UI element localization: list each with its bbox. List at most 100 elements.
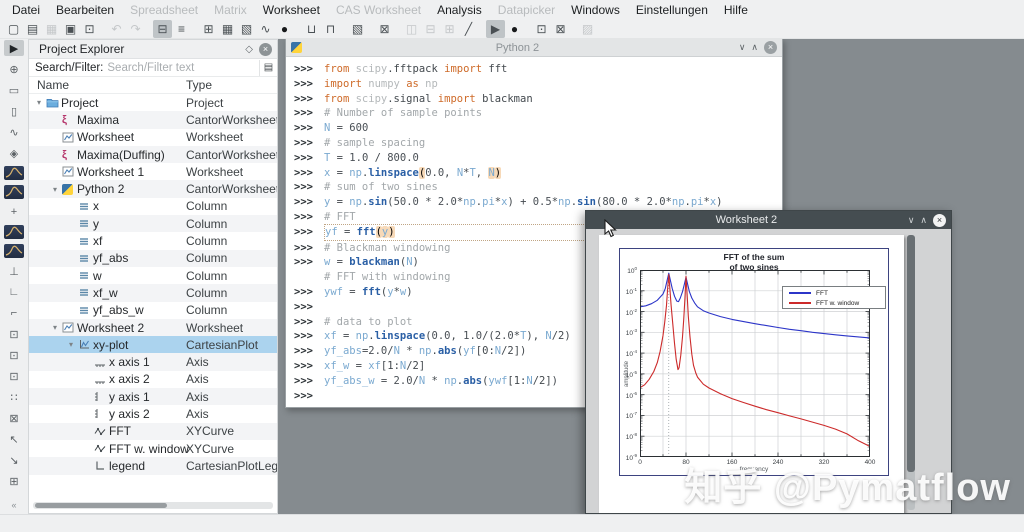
zoom-region-2-icon[interactable]: ⊡: [4, 347, 24, 363]
python-window-titlebar[interactable]: Python 2 ∨ ∧ ×: [286, 39, 782, 57]
cursor-select-icon[interactable]: ▶: [4, 40, 24, 56]
close-icon[interactable]: ×: [933, 214, 946, 227]
expand-arrow-icon[interactable]: ▾: [69, 340, 78, 349]
menu-analysis[interactable]: Analysis: [429, 1, 490, 19]
import-data-icon[interactable]: ⊓: [321, 20, 340, 38]
tree-row-worksheet-2[interactable]: ▾Worksheet 2Worksheet: [29, 319, 277, 336]
toggle-project-explorer-icon[interactable]: ⊟: [153, 20, 172, 38]
new-worksheet-icon[interactable]: ▧: [237, 20, 256, 38]
tree-item-label: x: [93, 199, 99, 213]
fit-to-page-icon[interactable]: ⊠: [375, 20, 394, 38]
expand-arrow-icon[interactable]: ▾: [37, 98, 46, 107]
minimize-icon[interactable]: ∨: [739, 43, 746, 52]
menu-einstellungen[interactable]: Einstellungen: [628, 1, 716, 19]
cross-arrows-icon[interactable]: +: [4, 204, 24, 220]
menu-worksheet[interactable]: Worksheet: [255, 1, 328, 19]
float-panel-icon[interactable]: ◇: [245, 44, 253, 55]
tree-row-x-axis-1[interactable]: x axis 1Axis: [29, 353, 277, 370]
collapse-strip-icon[interactable]: «: [11, 500, 16, 510]
new-datapicker-icon[interactable]: ●: [275, 20, 294, 38]
cartesian-plot[interactable]: FFT of the sum of two sines 10010-110-21…: [619, 248, 889, 476]
expand-arrow-icon[interactable]: ▾: [53, 185, 62, 194]
axis-bottom-icon[interactable]: ⊥: [4, 263, 24, 279]
toggle-properties-explorer-icon[interactable]: ≡: [172, 20, 191, 38]
filter-options-button[interactable]: ▤: [259, 60, 277, 76]
scrollbar-thumb[interactable]: [35, 503, 167, 508]
axis-left-icon[interactable]: ⌐: [4, 305, 24, 321]
scrollbar-thumb[interactable]: [907, 235, 915, 472]
new-plot-area-icon[interactable]: ▧: [348, 20, 367, 38]
shift-down-right-icon[interactable]: ↘: [4, 452, 24, 468]
tree-row-legend[interactable]: legendCartesianPlotLege...: [29, 457, 277, 474]
tree-row-yf-abs-w[interactable]: yf_abs_wColumn: [29, 302, 277, 319]
tree-row-y[interactable]: yColumn: [29, 215, 277, 232]
grid-icon[interactable]: ⊞: [4, 473, 24, 489]
tree-row-xf[interactable]: xfColumn: [29, 232, 277, 249]
tree-row-fft-w-window[interactable]: FFT w. windowXYCurve: [29, 440, 277, 457]
menu-bearbeiten[interactable]: Bearbeiten: [48, 1, 122, 19]
tree-row-worksheet-1[interactable]: Worksheet 1Worksheet: [29, 163, 277, 180]
minimize-icon[interactable]: ∨: [908, 216, 915, 225]
new-spreadsheet-icon[interactable]: ⊞: [199, 20, 218, 38]
tree-row-x-axis-2[interactable]: x axis 2Axis: [29, 371, 277, 388]
maximize-icon[interactable]: ∧: [751, 43, 758, 52]
menu-windows[interactable]: Windows: [563, 1, 628, 19]
search-filter-input[interactable]: [103, 62, 259, 74]
new-notes-icon[interactable]: ∿: [256, 20, 275, 38]
tree-row-python-2[interactable]: ▾Python 2CantorWorksheet: [29, 180, 277, 197]
new-project-icon[interactable]: ▢: [4, 20, 23, 38]
expand-arrow-icon[interactable]: ▾: [53, 323, 62, 332]
zoom-fit-selection-icon[interactable]: ⊠: [551, 20, 570, 38]
new-folder-icon[interactable]: ⊔: [302, 20, 321, 38]
zoom-region-1-icon[interactable]: ⊡: [4, 326, 24, 342]
tree-row-project[interactable]: ▾ProjectProject: [29, 94, 277, 111]
worksheet-window-titlebar[interactable]: Worksheet 2 ∨ ∧ ×: [586, 211, 951, 229]
axis-corner-icon[interactable]: ∟: [4, 284, 24, 300]
tree-row-fft[interactable]: FFTXYCurve: [29, 423, 277, 440]
gem-icon[interactable]: ◈: [4, 145, 24, 161]
tree-row-worksheet[interactable]: WorksheetWorksheet: [29, 129, 277, 146]
tree-row-xf-w[interactable]: xf_wColumn: [29, 284, 277, 301]
shape-tall-rect-icon[interactable]: ▯: [4, 103, 24, 119]
maximize-icon[interactable]: ∧: [920, 216, 927, 225]
curve-tool-icon[interactable]: ∿: [4, 124, 24, 140]
print-icon[interactable]: ▣: [61, 20, 80, 38]
open-project-icon[interactable]: ▤: [23, 20, 42, 38]
console-line: >>># sample spacing: [294, 136, 782, 151]
shape-rect-icon[interactable]: ▭: [4, 82, 24, 98]
new-matrix-icon[interactable]: ▦: [218, 20, 237, 38]
selection-box-icon[interactable]: ⊠: [4, 410, 24, 426]
tree-row-yf-abs[interactable]: yf_absColumn: [29, 250, 277, 267]
close-icon[interactable]: ×: [764, 41, 777, 54]
maxima-icon: ξ: [62, 114, 77, 126]
plot-template-2-icon[interactable]: [4, 185, 24, 199]
menu-hilfe[interactable]: Hilfe: [716, 1, 756, 19]
select-mode-icon[interactable]: ▶: [486, 20, 505, 38]
dots-grid-icon[interactable]: ∷: [4, 389, 24, 405]
tree-row-y-axis-1[interactable]: y axis 1Axis: [29, 388, 277, 405]
zoom-region-3-icon[interactable]: ⊡: [4, 368, 24, 384]
plot-legend[interactable]: FFTFFT w. window: [782, 286, 886, 309]
zoom-mode-icon[interactable]: ●: [505, 20, 524, 38]
plot-template-3-icon[interactable]: [4, 225, 24, 239]
y-tick-label: 10-2: [620, 308, 637, 317]
tree-row-w[interactable]: wColumn: [29, 267, 277, 284]
column-header-name[interactable]: Name: [29, 78, 69, 92]
tree-item-type: Project: [186, 96, 223, 110]
horizontal-scrollbar[interactable]: [33, 502, 273, 509]
plot-template-4-icon[interactable]: [4, 244, 24, 258]
shift-up-left-icon[interactable]: ↖: [4, 431, 24, 447]
menu-datei[interactable]: Datei: [4, 1, 48, 19]
close-panel-button[interactable]: ×: [259, 43, 272, 56]
print-preview-icon[interactable]: ⊡: [80, 20, 99, 38]
plot-template-1-icon[interactable]: [4, 166, 24, 180]
tree-row-maxima[interactable]: ξMaximaCantorWorksheet: [29, 111, 277, 128]
break-layout-icon[interactable]: ╱: [459, 20, 478, 38]
tree-row-x[interactable]: xColumn: [29, 198, 277, 215]
tree-row-y-axis-2[interactable]: y axis 2Axis: [29, 405, 277, 422]
tree-row-xy-plot[interactable]: ▾xy-plotCartesianPlot: [29, 336, 277, 353]
crosshair-icon[interactable]: ⊕: [4, 61, 24, 77]
zoom-select-icon[interactable]: ⊡: [532, 20, 551, 38]
tree-row-maxima-duffing[interactable]: ξMaxima(Duffing)CantorWorksheet: [29, 146, 277, 163]
column-header-type[interactable]: Type: [186, 78, 212, 92]
